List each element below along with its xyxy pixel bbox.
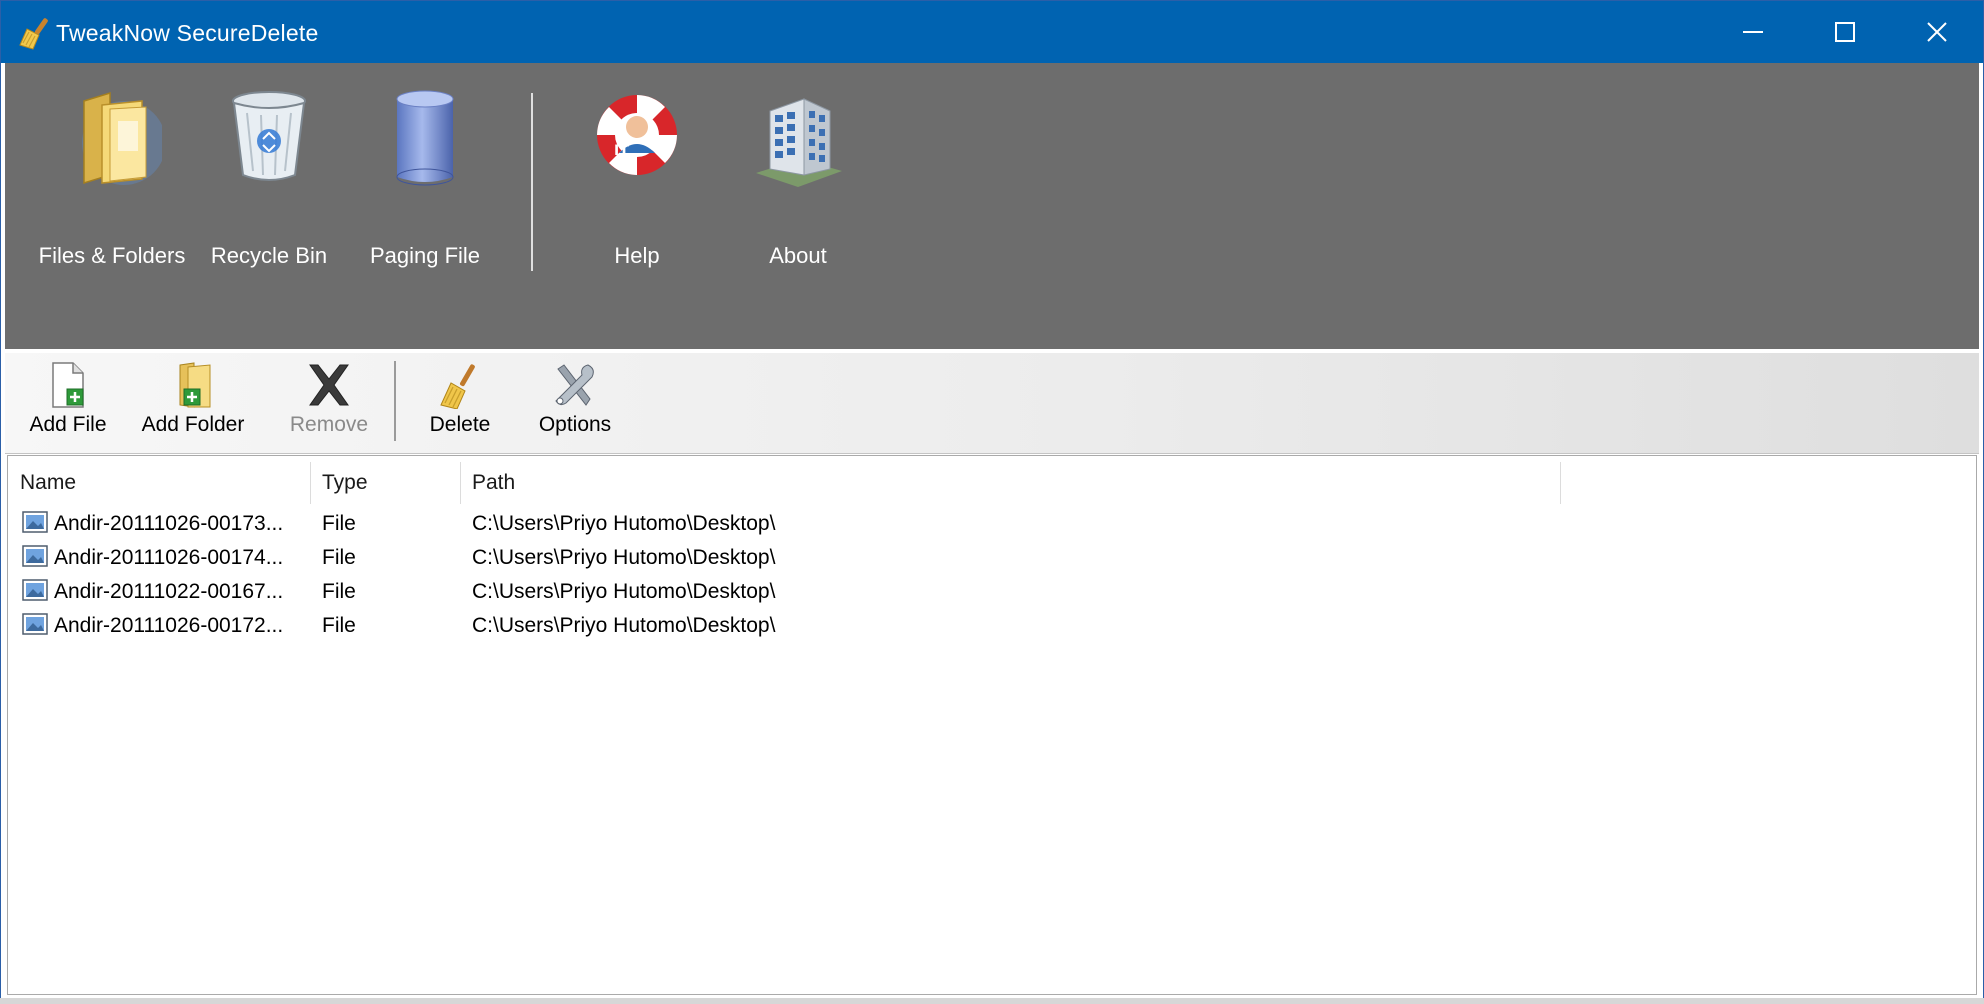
options-label: Options: [538, 413, 612, 436]
nav-files-folders[interactable]: Files & Folders: [37, 83, 187, 283]
nav-label-files-folders: Files & Folders: [38, 243, 186, 268]
nav-recycle-bin[interactable]: Recycle Bin: [194, 83, 344, 283]
file-name-cell: Andir-20111026-00173...: [54, 512, 284, 535]
close-button[interactable]: [1891, 1, 1983, 63]
app-broom-icon: [19, 18, 48, 50]
minimize-button[interactable]: [1707, 1, 1799, 63]
file-path-cell: C:\Users\Priyo Hutomo\Desktop\: [472, 614, 776, 637]
remove-label: Remove: [289, 413, 369, 436]
nav-panel: Files & Folders Recycle Bin Paging File …: [5, 63, 1979, 349]
tools-icon: [555, 364, 594, 406]
maximize-icon: [1835, 22, 1855, 42]
nav-label-recycle-bin: Recycle Bin: [210, 243, 328, 268]
recycle-bin-icon: [232, 91, 306, 181]
column-header-type[interactable]: Type: [310, 456, 460, 506]
file-type-cell: File: [322, 512, 356, 535]
file-name-cell: Andir-20111026-00172...: [54, 614, 284, 637]
window-title: TweakNow SecureDelete: [56, 20, 319, 46]
remove-button[interactable]: Remove: [279, 361, 379, 445]
list-item[interactable]: Andir-20111026-00174... File C:\Users\Pr…: [8, 540, 1976, 574]
file-type-cell: File: [322, 546, 356, 569]
toolbar-separator: [394, 361, 396, 441]
nav-help[interactable]: IT Help: [562, 83, 712, 283]
column-header-name[interactable]: Name: [8, 456, 310, 506]
file-list[interactable]: Name Type Path Andir-20111026-00173... F…: [7, 455, 1977, 995]
close-icon: [1927, 22, 1947, 42]
file-type-cell: File: [322, 614, 356, 637]
svg-text:IT: IT: [614, 143, 629, 159]
add-file-button[interactable]: Add File: [23, 361, 113, 445]
maximize-button[interactable]: [1799, 1, 1891, 63]
paging-file-icon: [396, 90, 454, 186]
list-header: Name Type Path: [8, 456, 1976, 506]
building-icon: [756, 98, 842, 187]
nav-about[interactable]: About: [723, 83, 873, 283]
broom-icon: [440, 364, 475, 409]
file-type-cell: File: [322, 580, 356, 603]
window-bottom-edge: [0, 998, 1984, 1004]
image-file-icon: [22, 579, 48, 601]
nav-separator: [531, 93, 533, 271]
list-item[interactable]: Andir-20111026-00173... File C:\Users\Pr…: [8, 506, 1976, 540]
add-folder-label: Add Folder: [141, 413, 245, 436]
file-name-cell: Andir-20111022-00167...: [54, 580, 284, 603]
add-file-label: Add File: [29, 413, 107, 436]
title-bar[interactable]: TweakNow SecureDelete: [1, 1, 1983, 63]
add-folder-icon: [179, 362, 211, 408]
nav-label-help: Help: [614, 243, 660, 268]
add-file-icon: [52, 362, 84, 408]
file-path-cell: C:\Users\Priyo Hutomo\Desktop\: [472, 546, 776, 569]
file-path-cell: C:\Users\Priyo Hutomo\Desktop\: [472, 512, 776, 535]
lifebuoy-icon: IT: [597, 95, 677, 175]
delete-button[interactable]: Delete: [415, 361, 505, 445]
column-header-path[interactable]: Path: [460, 456, 1560, 506]
toolbar: Add File Add Folder Remove Delete Option…: [5, 353, 1979, 454]
column-divider[interactable]: [1560, 462, 1561, 504]
minimize-icon: [1743, 31, 1763, 33]
nav-paging-file[interactable]: Paging File: [350, 83, 500, 283]
remove-x-icon: [309, 364, 349, 406]
options-button[interactable]: Options: [525, 361, 625, 445]
nav-label-about: About: [769, 243, 827, 268]
file-path-cell: C:\Users\Priyo Hutomo\Desktop\: [472, 580, 776, 603]
image-file-icon: [22, 613, 48, 635]
list-item[interactable]: Andir-20111026-00172... File C:\Users\Pr…: [8, 608, 1976, 642]
folder-icon: [82, 91, 162, 185]
image-file-icon: [22, 545, 48, 567]
add-folder-button[interactable]: Add Folder: [133, 361, 253, 445]
app-window: TweakNow SecureDelete Files & Folders Re…: [0, 0, 1984, 1004]
list-item[interactable]: Andir-20111022-00167... File C:\Users\Pr…: [8, 574, 1976, 608]
nav-label-paging-file: Paging File: [369, 243, 481, 268]
delete-label: Delete: [429, 413, 491, 436]
image-file-icon: [22, 511, 48, 533]
file-name-cell: Andir-20111026-00174...: [54, 546, 284, 569]
